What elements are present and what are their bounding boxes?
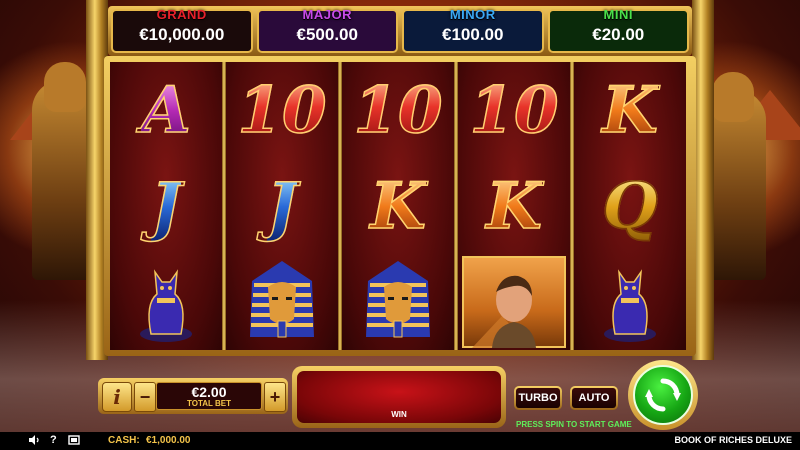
symbol-glyph: J bbox=[266, 168, 298, 245]
symbol-glyph: 10 bbox=[353, 72, 444, 149]
jackpot-major: MAJOR €500.00 bbox=[256, 7, 398, 53]
spin-button[interactable] bbox=[628, 360, 698, 430]
symbol-cat-icon bbox=[110, 254, 222, 350]
win-panel: WIN bbox=[292, 366, 506, 428]
cash-value: €1,000.00 bbox=[146, 435, 191, 446]
symbol-k: K bbox=[574, 62, 686, 158]
spin-hint: PRESS SPIN TO START GAME bbox=[516, 420, 632, 429]
jackpot-value: €100.00 bbox=[442, 25, 504, 44]
turbo-label: TURBO bbox=[516, 388, 560, 408]
jackpot-label: GRAND bbox=[156, 7, 207, 22]
symbol-10: 10 bbox=[226, 62, 338, 158]
reel-4: 10 K bbox=[458, 62, 570, 350]
symbol-glyph: A bbox=[140, 72, 191, 149]
reel-2: 10 J bbox=[226, 62, 338, 350]
total-bet-value: €2.00 bbox=[191, 384, 227, 400]
symbol-glyph: K bbox=[369, 168, 426, 245]
total-bet-display: €2.00 TOTAL BET bbox=[156, 382, 262, 410]
increase-bet-button[interactable]: + bbox=[264, 382, 286, 412]
symbol-k: K bbox=[458, 158, 570, 254]
jackpot-mini: MINI €20.00 bbox=[547, 7, 689, 53]
fullscreen-icon[interactable] bbox=[68, 434, 80, 449]
reel-1: AJ bbox=[110, 62, 222, 350]
total-bet-label: TOTAL BET bbox=[187, 399, 231, 408]
symbol-k: K bbox=[342, 158, 454, 254]
symbol-glyph: Q bbox=[601, 168, 658, 245]
jackpot-label: MINI bbox=[603, 7, 633, 22]
cash-label: CASH: bbox=[108, 435, 140, 446]
jackpot-bar: GRAND €10,000.00 MAJOR €500.00 MINOR €10… bbox=[108, 6, 692, 56]
symbol-j: J bbox=[226, 158, 338, 254]
help-icon[interactable]: ? bbox=[50, 434, 57, 446]
win-label: WIN bbox=[391, 410, 407, 419]
jackpot-value: €10,000.00 bbox=[139, 25, 225, 44]
auto-button[interactable]: AUTO bbox=[570, 386, 618, 410]
symbol-glyph: 10 bbox=[469, 72, 560, 149]
win-display: WIN bbox=[297, 371, 501, 423]
info-button[interactable]: i bbox=[102, 382, 132, 412]
reel-grid: A J 10 J 10 K 10 K K Q bbox=[104, 56, 696, 356]
symbol-10: 10 bbox=[342, 62, 454, 158]
reel-5: KQ bbox=[574, 62, 686, 350]
symbol-a: A bbox=[110, 62, 222, 158]
symbol-cat-icon bbox=[574, 254, 686, 350]
spin-arrows-icon bbox=[633, 365, 693, 425]
symbol-glyph: K bbox=[485, 168, 542, 245]
jackpot-label: MINOR bbox=[449, 7, 496, 22]
symbol-10: 10 bbox=[458, 62, 570, 158]
symbol-pharaoh-icon bbox=[226, 254, 338, 350]
jackpot-minor: MINOR €100.00 bbox=[402, 7, 544, 53]
decrease-bet-button[interactable]: − bbox=[134, 382, 156, 412]
symbol-j: J bbox=[110, 158, 222, 254]
status-bar: ? CASH: €1,000.00 BOOK OF RICHES DELUXE bbox=[0, 432, 800, 450]
symbol-explorer-icon bbox=[458, 254, 570, 350]
jackpot-value: €20.00 bbox=[592, 25, 645, 44]
jackpot-value: €500.00 bbox=[296, 25, 358, 44]
symbol-pharaoh-icon bbox=[342, 254, 454, 350]
game-title: BOOK OF RICHES DELUXE bbox=[674, 435, 792, 445]
symbol-glyph: J bbox=[150, 168, 182, 245]
symbol-q: Q bbox=[574, 158, 686, 254]
bet-panel: i − €2.00 TOTAL BET + bbox=[98, 378, 288, 414]
symbol-glyph: 10 bbox=[237, 72, 328, 149]
jackpot-label: MAJOR bbox=[302, 7, 352, 22]
turbo-button[interactable]: TURBO bbox=[514, 386, 562, 410]
symbol-glyph: K bbox=[601, 72, 658, 149]
jackpot-grand: GRAND €10,000.00 bbox=[111, 7, 253, 53]
reel-3: 10 K bbox=[342, 62, 454, 350]
speaker-icon[interactable] bbox=[28, 434, 40, 449]
auto-label: AUTO bbox=[572, 388, 616, 408]
